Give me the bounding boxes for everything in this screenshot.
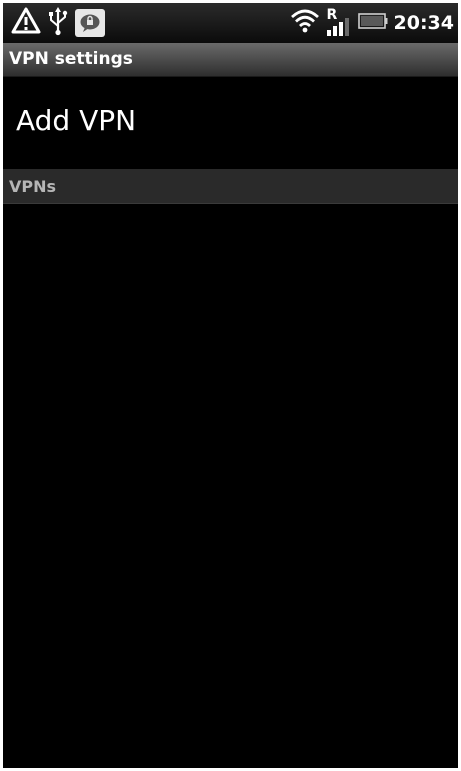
notification-icons [11, 6, 105, 40]
system-icons: R 20:34 [290, 3, 454, 43]
section-title: VPNs [9, 177, 57, 196]
signal-roaming-icon: R [326, 7, 352, 38]
page-title: VPN settings [9, 49, 133, 69]
status-bar: R 20:34 [3, 3, 458, 43]
battery-icon [357, 12, 388, 34]
title-bar: VPN settings [3, 43, 458, 77]
vpn-list [3, 204, 458, 768]
usb-icon [47, 6, 69, 40]
add-vpn-label: Add VPN [16, 104, 137, 137]
vpns-section-header: VPNs [3, 169, 458, 204]
screen: R 20:34 VPN settings Add VPN VPNs [3, 3, 458, 768]
add-vpn-button[interactable]: Add VPN [3, 77, 458, 169]
warning-icon [11, 7, 41, 39]
clock: 20:34 [393, 12, 454, 34]
wifi-icon [290, 8, 320, 38]
message-icon [75, 9, 105, 37]
